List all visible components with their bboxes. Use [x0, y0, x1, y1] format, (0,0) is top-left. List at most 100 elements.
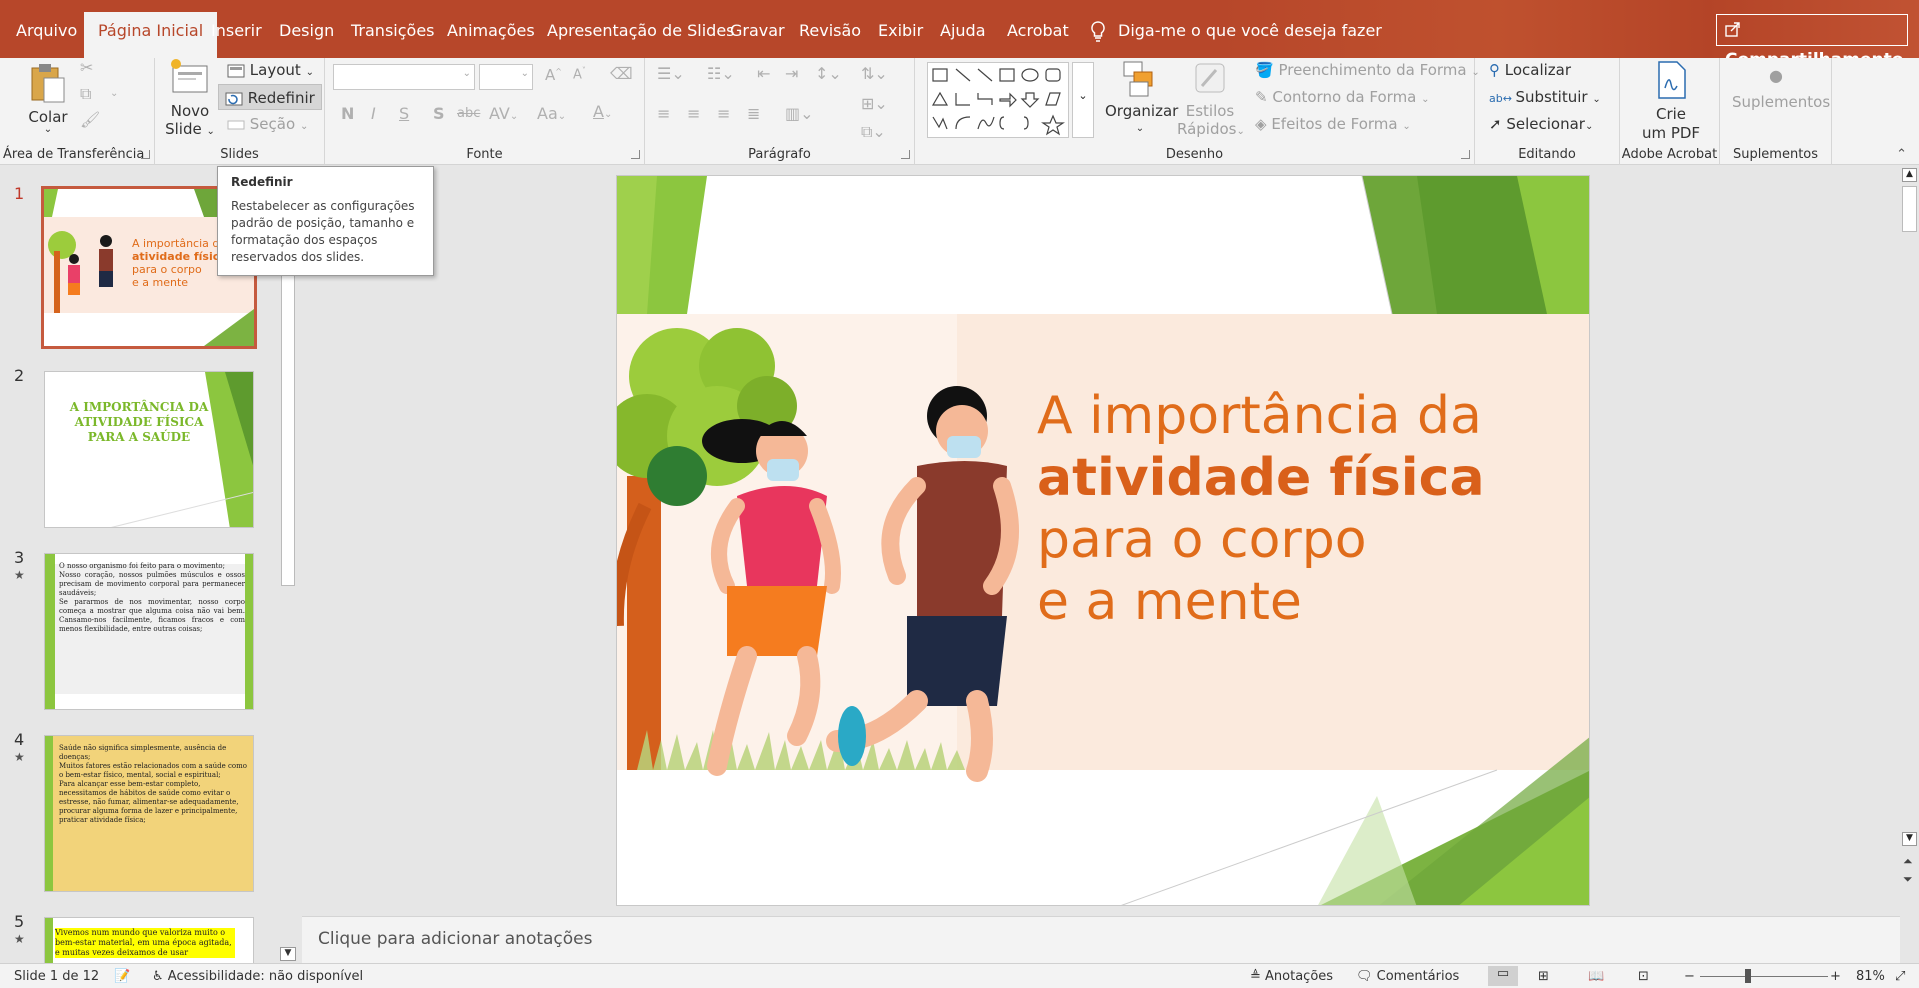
shapes-more-icon[interactable]: ⌄: [1072, 62, 1094, 138]
tab-revisao[interactable]: Revisão: [785, 12, 875, 50]
thumb5-accent: [45, 918, 53, 963]
justify-icon[interactable]: ≣: [747, 104, 760, 123]
share-button[interactable]: Compartilhamento: [1716, 14, 1908, 70]
shape-fill-button[interactable]: 🪣 Preenchimento da Forma ⌄: [1255, 58, 1480, 85]
comments-toggle[interactable]: 🗨 Comentários: [1356, 969, 1459, 984]
dialog-launcher-icon[interactable]: [901, 150, 910, 159]
align-left-icon[interactable]: ≡: [657, 104, 670, 123]
fit-slide-icon[interactable]: ⤢: [1895, 969, 1905, 984]
columns-icon[interactable]: ▥⌄: [785, 104, 814, 123]
increase-indent-icon[interactable]: ⇥: [785, 64, 798, 83]
quick-styles-button[interactable]: Estilos Rápidos⌄: [1177, 58, 1245, 141]
shape-effects-button[interactable]: ◈ Efeitos de Forma ⌄: [1255, 112, 1411, 139]
select-button[interactable]: ➚ Selecionar⌄: [1489, 112, 1593, 139]
numbering-icon[interactable]: ☷⌄: [707, 64, 735, 83]
decrease-indent-icon[interactable]: ⇤: [757, 64, 770, 83]
slide-scrollbar[interactable]: ▲ ▼ ⏶ ⏷: [1900, 166, 1919, 963]
font-name-combo[interactable]: ⌄: [333, 64, 475, 90]
slide-canvas[interactable]: A importância da atividade física para o…: [616, 175, 1590, 906]
reset-button[interactable]: Redefinir: [218, 84, 322, 110]
dialog-launcher-icon[interactable]: [1461, 150, 1470, 159]
tab-transicoes[interactable]: Transições: [337, 12, 449, 50]
align-right-icon[interactable]: ≡: [717, 104, 730, 123]
shapes-gallery[interactable]: [927, 62, 1069, 138]
font-color-button[interactable]: A⌄: [593, 102, 612, 121]
zoom-slider-track[interactable]: [1700, 976, 1828, 977]
accessibility-status[interactable]: ♿ Acessibilidade: não disponível: [152, 969, 363, 984]
change-case-button[interactable]: Aa⌄: [537, 104, 566, 123]
align-center-icon[interactable]: ≡: [687, 104, 700, 123]
text-direction-icon[interactable]: ⇅⌄: [861, 64, 888, 83]
chevron-down-icon[interactable]: ⌄: [110, 88, 118, 99]
pdf-icon: [1658, 61, 1686, 99]
slideshow-icon[interactable]: ⊡: [1638, 969, 1649, 984]
next-slide-icon[interactable]: ⏷: [1903, 872, 1913, 887]
zoom-slider-thumb[interactable]: [1745, 969, 1751, 983]
slide-thumbnail-5[interactable]: Vivemos num mundo que valoriza muito o b…: [44, 917, 254, 963]
scrollbar-thumb[interactable]: [1902, 186, 1917, 232]
clear-format-icon[interactable]: ⌫: [610, 64, 633, 83]
format-painter-icon[interactable]: 🖌: [80, 110, 100, 129]
section-button[interactable]: Seção ⌄: [223, 112, 312, 136]
slide-thumbnails-pane[interactable]: 1 A importância da atividade física para…: [0, 166, 300, 963]
scroll-down-icon[interactable]: ▼: [280, 947, 296, 961]
tab-arquivo[interactable]: Arquivo: [2, 12, 91, 50]
arrange-button[interactable]: Organizar ⌄: [1105, 58, 1178, 138]
notes-icon: ≜: [1250, 969, 1266, 984]
copy-icon[interactable]: ⧉: [80, 84, 91, 104]
align-text-icon[interactable]: ⊞⌄: [861, 94, 888, 113]
tab-design[interactable]: Design: [265, 12, 348, 50]
tab-acrobat[interactable]: Acrobat: [993, 12, 1083, 50]
new-slide-button[interactable]: Novo Slide ⌄: [165, 58, 215, 141]
shadow-button[interactable]: S: [433, 104, 445, 123]
thumbnails-scrollbar[interactable]: ▲ ▼: [278, 166, 298, 963]
slide-thumbnail-3[interactable]: O nosso organismo foi feito para o movim…: [44, 553, 254, 710]
reading-view-icon[interactable]: 📖: [1588, 969, 1604, 984]
addins-button[interactable]: ● Suplementos: [1732, 66, 1830, 111]
bullets-icon[interactable]: ☰⌄: [657, 64, 685, 83]
scroll-down-icon[interactable]: ▼: [1902, 832, 1917, 846]
zoom-level[interactable]: 81%: [1856, 969, 1885, 984]
thumb1-line2: atividade física: [132, 250, 227, 263]
replace-button[interactable]: ab↔ Substituir ⌄: [1489, 85, 1601, 112]
cut-icon[interactable]: ✂: [80, 58, 93, 77]
notes-pane[interactable]: Clique para adicionar anotações: [302, 916, 1900, 963]
create-pdf-button[interactable]: Crie um PDF: [1638, 60, 1704, 143]
layout-button[interactable]: Layout ⌄: [223, 58, 318, 82]
notes-toggle[interactable]: ≜ Anotações: [1250, 969, 1333, 984]
chevron-down-icon: ⌄: [1421, 94, 1430, 105]
tab-ajuda[interactable]: Ajuda: [926, 12, 1000, 50]
previous-slide-icon[interactable]: ⏶: [1903, 854, 1913, 869]
strikethrough-button[interactable]: abc: [457, 106, 480, 121]
paste-button[interactable]: Colar ⌄: [20, 62, 76, 142]
underline-button[interactable]: S: [399, 104, 409, 123]
dialog-launcher-icon[interactable]: [141, 150, 150, 159]
shrink-font-icon[interactable]: A˅: [573, 66, 586, 82]
dialog-launcher-icon[interactable]: [631, 150, 640, 159]
spellcheck-icon[interactable]: 📝: [114, 969, 130, 984]
shape-outline-button[interactable]: ✎ Contorno da Forma ⌄: [1255, 85, 1430, 112]
slide-thumbnail-2[interactable]: A IMPORTÂNCIA DA ATIVIDADE FÍSICA PARA A…: [44, 371, 254, 528]
scroll-up-icon[interactable]: ▲: [1902, 168, 1917, 182]
tab-animacoes[interactable]: Animações: [433, 12, 549, 50]
line-spacing-icon[interactable]: ↕⌄: [815, 64, 842, 83]
search-icon: ⚲: [1489, 61, 1505, 79]
smartart-icon[interactable]: ⧉⌄: [861, 122, 886, 142]
find-button[interactable]: ⚲ Localizar: [1489, 58, 1571, 82]
tab-inserir[interactable]: Inserir: [197, 12, 276, 50]
normal-view-icon[interactable]: ▭: [1488, 966, 1518, 986]
collapse-ribbon-icon[interactable]: ⌃: [1896, 147, 1907, 162]
slide-thumbnail-4[interactable]: Saúde não significa simplesmente, ausênc…: [44, 735, 254, 892]
grow-font-icon[interactable]: A^: [545, 66, 562, 84]
group-label-acrobat: Adobe Acrobat: [1621, 147, 1718, 162]
italic-button[interactable]: I: [371, 104, 376, 123]
tell-me-search[interactable]: Diga-me o que você deseja fazer: [1090, 12, 1382, 50]
zoom-out-icon[interactable]: −: [1684, 969, 1695, 984]
chevron-down-icon: ⌄: [509, 111, 519, 122]
char-spacing-button[interactable]: AV⌄: [489, 104, 518, 123]
animation-star-icon: ★: [14, 750, 25, 764]
zoom-in-icon[interactable]: +: [1830, 969, 1841, 984]
font-size-combo[interactable]: ⌄: [479, 64, 533, 90]
bold-button[interactable]: N: [341, 104, 354, 123]
slide-sorter-icon[interactable]: ⊞: [1538, 969, 1549, 984]
